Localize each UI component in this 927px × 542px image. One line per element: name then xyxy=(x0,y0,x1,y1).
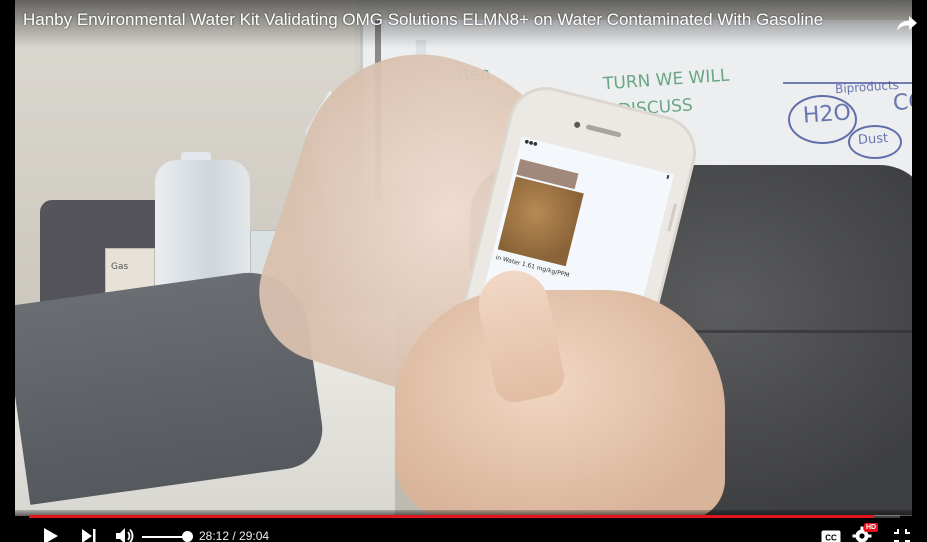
front-camera xyxy=(573,121,581,129)
hd-badge: HD xyxy=(864,523,879,532)
kit-box-label: Gas xyxy=(111,262,129,272)
control-bar: 28:12 / 29:04 CC HD xyxy=(0,510,927,542)
whiteboard-text: CO xyxy=(892,88,912,117)
video-title[interactable]: Hanby Environmental Water Kit Validating… xyxy=(23,10,823,30)
next-icon[interactable] xyxy=(81,528,97,542)
right-hand xyxy=(395,290,725,516)
earpiece xyxy=(585,124,622,138)
time-display: 28:12 / 29:04 xyxy=(199,529,270,542)
progress-bar[interactable] xyxy=(29,515,900,518)
video-frame[interactable]: Ren TURN WE WILL DISCUSS Biproducts H2O … xyxy=(15,0,912,516)
cc-icon[interactable]: CC xyxy=(821,530,841,542)
whiteboard-text: Biproducts xyxy=(834,77,900,97)
svg-text:CC: CC xyxy=(825,534,837,542)
progress-played xyxy=(29,515,874,518)
share-icon[interactable] xyxy=(896,14,918,32)
whiteboard-circle xyxy=(848,125,902,159)
whiteboard-line xyxy=(783,82,912,84)
fullscreen-exit-icon[interactable] xyxy=(893,528,911,542)
volume-handle[interactable] xyxy=(182,531,193,542)
volume-icon[interactable] xyxy=(115,527,135,542)
title-overlay: Hanby Environmental Water Kit Validating… xyxy=(0,0,927,48)
video-player[interactable]: Ren TURN WE WILL DISCUSS Biproducts H2O … xyxy=(0,0,927,542)
whiteboard-text: TURN WE WILL xyxy=(602,65,731,95)
play-icon[interactable] xyxy=(42,527,60,542)
whiteboard-circle xyxy=(788,95,857,144)
phone-test-photo xyxy=(497,176,584,267)
